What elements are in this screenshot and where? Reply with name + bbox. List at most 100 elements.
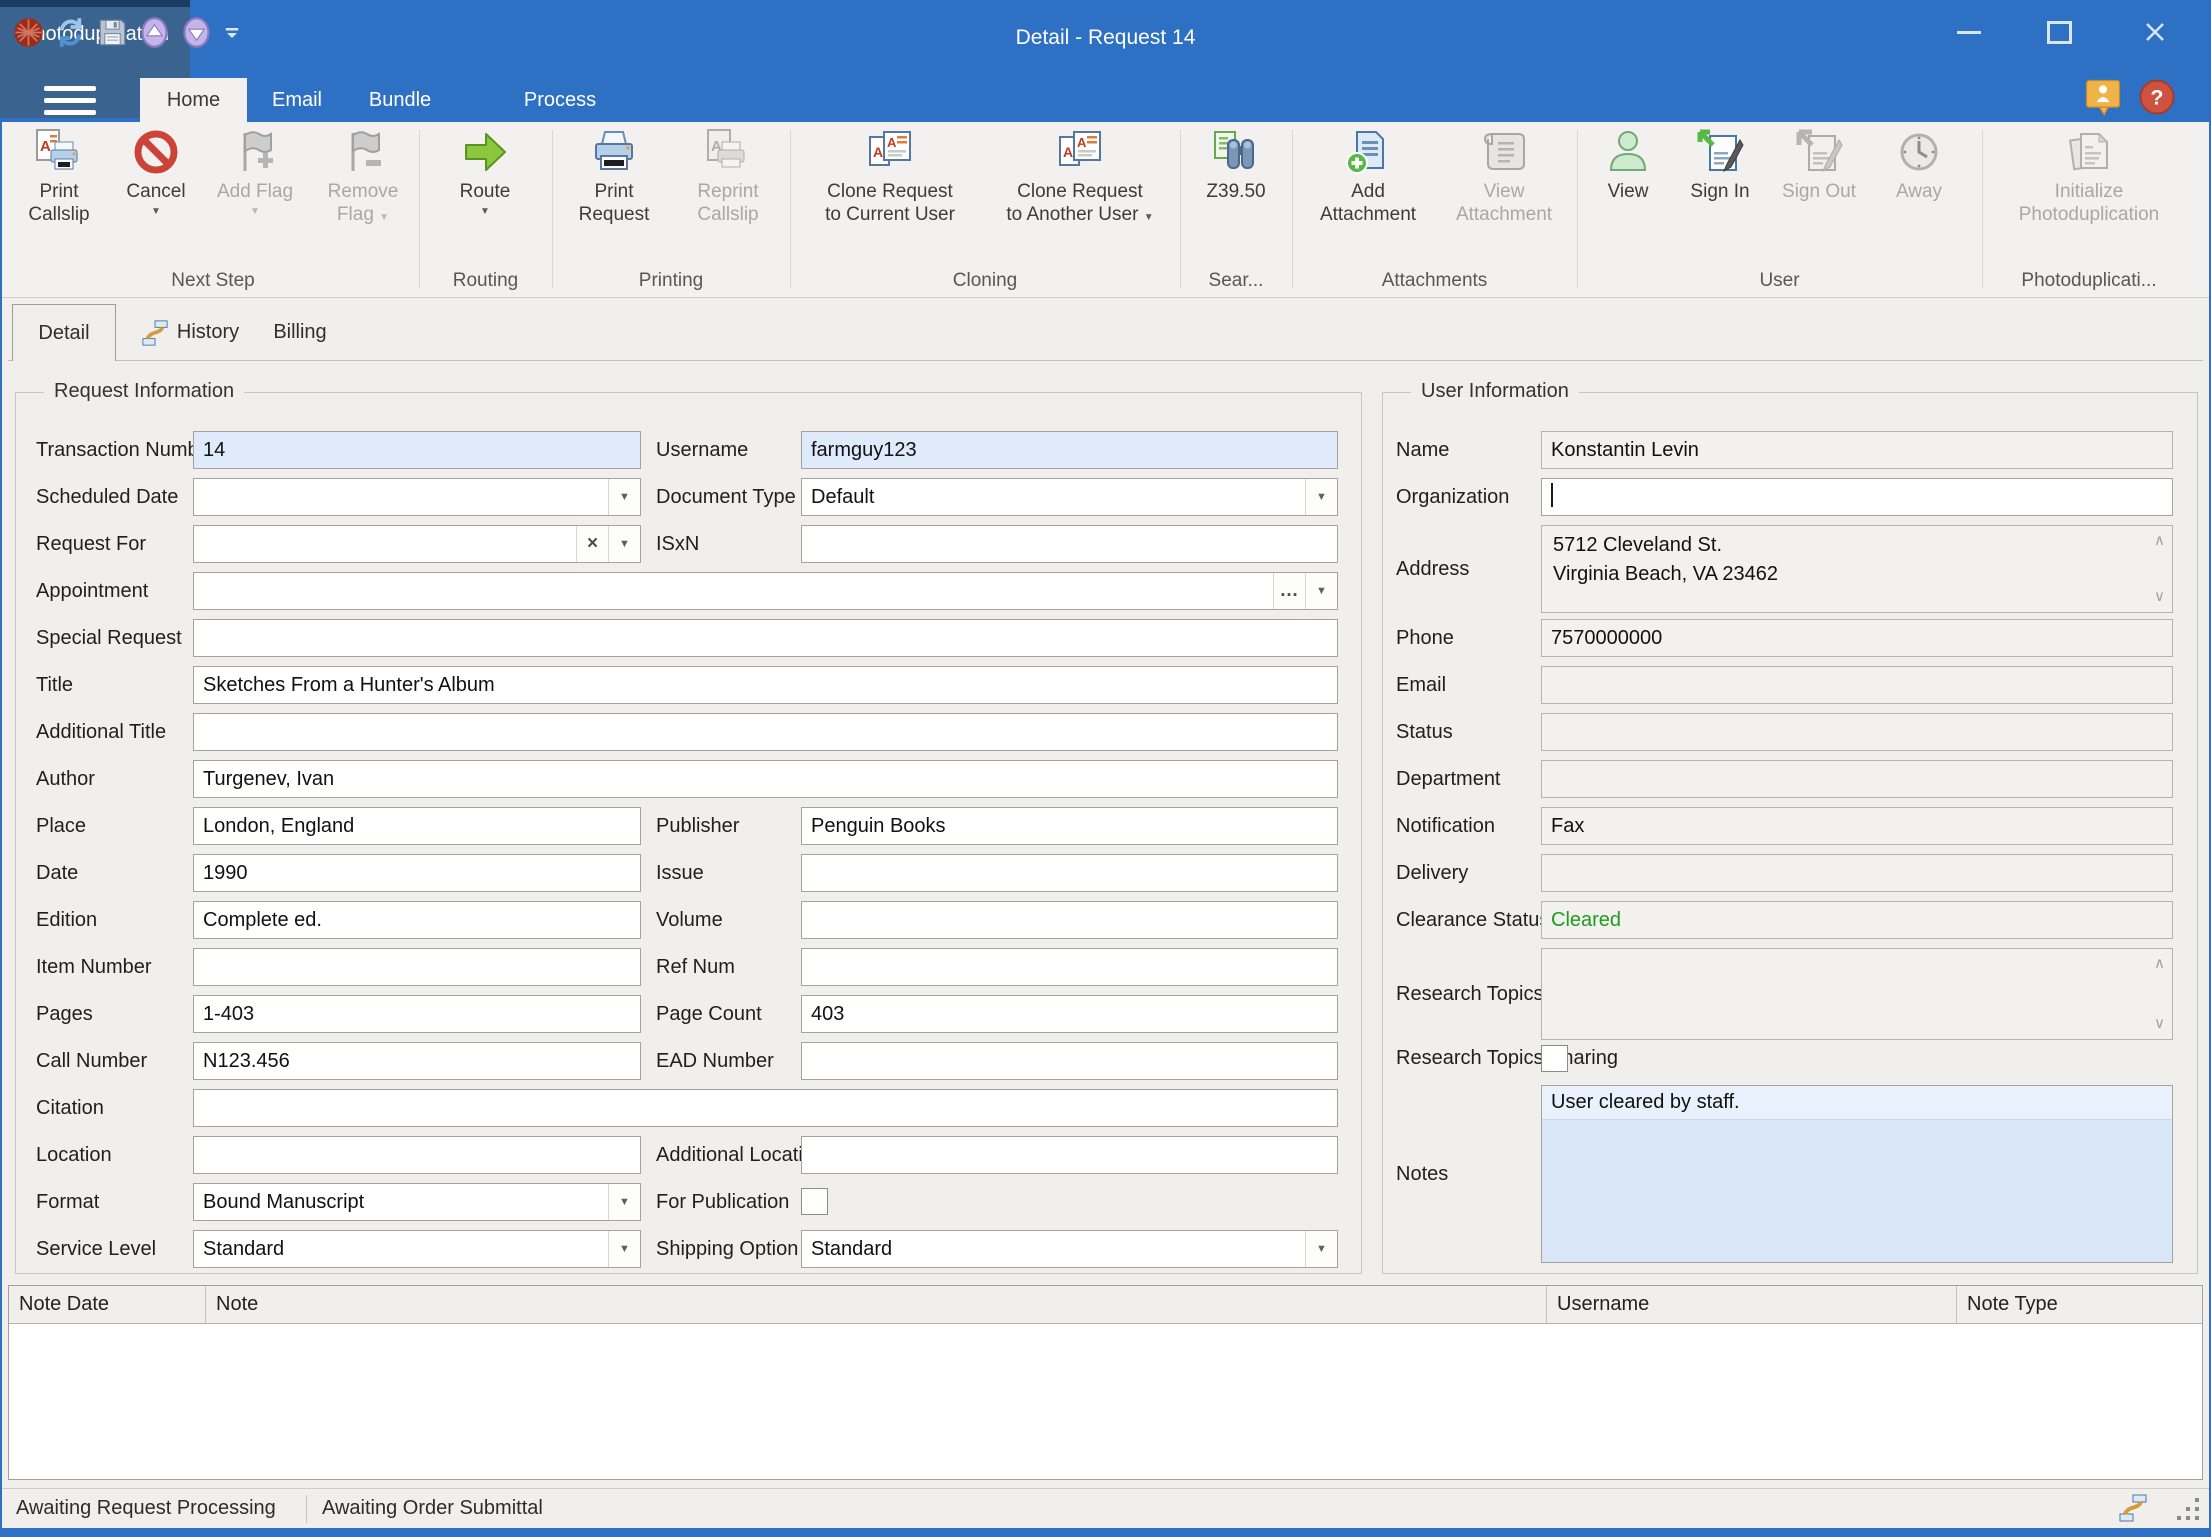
initialize-photoduplication-button[interactable]: Initialize Photoduplication [1988, 128, 2190, 226]
route-up-icon[interactable] [138, 16, 171, 49]
request-for-combo[interactable]: ×▼ [193, 525, 641, 563]
user-note-item[interactable]: User cleared by staff. [1542, 1086, 2172, 1120]
scroll-down-icon[interactable]: ∨ [2154, 590, 2165, 604]
name-field[interactable]: Konstantin Levin [1541, 431, 2173, 469]
dropdown-button[interactable]: ▼ [608, 526, 640, 562]
dropdown-button[interactable]: ▼ [608, 1231, 640, 1267]
column-header-note-date[interactable]: Note Date [9, 1286, 206, 1323]
research-topics-field[interactable]: ∧ ∨ [1541, 948, 2173, 1040]
format-combo[interactable]: Bound Manuscript▼ [193, 1183, 641, 1221]
issue-field[interactable] [801, 854, 1338, 892]
column-header-note-type[interactable]: Note Type [1957, 1286, 2202, 1323]
cancel-button[interactable]: Cancel ▼ [112, 128, 200, 218]
reprint-callslip-button[interactable]: A Reprint Callslip [672, 128, 784, 226]
browse-button[interactable]: … [1273, 573, 1305, 609]
customize-quick-access-icon[interactable] [222, 16, 242, 49]
phone-field[interactable]: 7570000000 [1541, 619, 2173, 657]
for-publication-checkbox[interactable] [801, 1188, 828, 1215]
view-attachment-button[interactable]: View Attachment [1438, 128, 1570, 226]
clone-request-current-user-button[interactable]: AA Clone Request to Current User [800, 128, 980, 226]
scroll-up-icon[interactable]: ∧ [2154, 957, 2165, 971]
citation-field[interactable] [193, 1089, 1338, 1127]
tab-process[interactable]: Process [465, 78, 655, 122]
delivery-field[interactable] [1541, 854, 2173, 892]
page-count-field[interactable]: 403 [801, 995, 1338, 1033]
scroll-up-icon[interactable]: ∧ [2154, 534, 2165, 548]
additional-title-field[interactable] [193, 713, 1338, 751]
help-icon[interactable]: ? [2138, 78, 2176, 121]
tab-email[interactable]: Email [252, 78, 342, 122]
isxn-field[interactable] [801, 525, 1338, 563]
dropdown-button[interactable]: ▼ [608, 1184, 640, 1220]
dropdown-button[interactable]: ▼ [1305, 479, 1337, 515]
notification-field[interactable]: Fax [1541, 807, 2173, 845]
clear-button[interactable]: × [576, 526, 608, 562]
add-flag-button[interactable]: Add Flag ▼ [205, 128, 305, 218]
tab-bundle[interactable]: Bundle [348, 78, 452, 122]
save-icon[interactable] [96, 16, 129, 49]
location-field[interactable] [193, 1136, 641, 1174]
item-number-field[interactable] [193, 948, 641, 986]
close-button[interactable] [2113, 8, 2197, 56]
place-field[interactable]: London, England [193, 807, 641, 845]
column-header-note[interactable]: Note [206, 1286, 1547, 1323]
minimize-button[interactable] [1933, 8, 2005, 56]
ref-num-field[interactable] [801, 948, 1338, 986]
edition-field[interactable]: Complete ed. [193, 901, 641, 939]
document-type-combo[interactable]: Default▼ [801, 478, 1338, 516]
department-field[interactable] [1541, 760, 2173, 798]
add-attachment-button[interactable]: Add Attachment [1302, 128, 1434, 226]
print-callslip-button[interactable]: A Print Callslip [10, 128, 108, 226]
dropdown-button[interactable]: ▼ [608, 479, 640, 515]
call-number-field[interactable]: N123.456 [193, 1042, 641, 1080]
away-button[interactable]: Away [1873, 128, 1965, 203]
refresh-icon[interactable] [54, 16, 87, 49]
research-topics-sharing-checkbox[interactable] [1541, 1045, 1568, 1072]
additional-location-field[interactable] [801, 1136, 1338, 1174]
tab-detail[interactable]: Detail [12, 304, 116, 361]
appointment-combo[interactable]: …▼ [193, 572, 1338, 610]
tab-history[interactable]: History [126, 304, 254, 361]
view-user-button[interactable]: View [1585, 128, 1671, 203]
user-notes-list[interactable]: User cleared by staff. [1541, 1085, 2173, 1263]
route-history-icon[interactable] [2118, 1493, 2148, 1528]
volume-field[interactable] [801, 901, 1338, 939]
remove-flag-button[interactable]: Remove Flag ▼ [310, 128, 416, 226]
special-request-field[interactable] [193, 619, 1338, 657]
sign-out-button[interactable]: Sign Out [1768, 128, 1870, 203]
route-down-icon[interactable] [180, 16, 213, 49]
print-request-button[interactable]: Print Request [562, 128, 666, 226]
maximize-button[interactable] [2023, 8, 2095, 56]
column-header-username[interactable]: Username [1547, 1286, 1957, 1323]
menu-button[interactable] [36, 78, 104, 122]
status-field[interactable] [1541, 713, 2173, 751]
service-level-combo[interactable]: Standard▼ [193, 1230, 641, 1268]
username-field[interactable]: farmguy123 [801, 431, 1338, 469]
ead-number-field[interactable] [801, 1042, 1338, 1080]
sign-in-button[interactable]: Sign In [1675, 128, 1765, 203]
pages-field[interactable]: 1-403 [193, 995, 641, 1033]
notes-grid-body[interactable] [9, 1324, 2202, 1481]
tab-billing[interactable]: Billing [258, 304, 342, 361]
address-field[interactable]: 5712 Cleveland St. Virginia Beach, VA 23… [1541, 525, 2173, 613]
app-icon[interactable] [12, 16, 45, 49]
date-field[interactable]: 1990 [193, 854, 641, 892]
clearance-status-field[interactable]: Cleared [1541, 901, 2173, 939]
scheduled-date-combo[interactable]: ▼ [193, 478, 641, 516]
clone-request-another-user-button[interactable]: AA Clone Request to Another User ▼ [985, 128, 1175, 226]
transaction-number-field[interactable]: 14 [193, 431, 641, 469]
shipping-option-combo[interactable]: Standard▼ [801, 1230, 1338, 1268]
z3950-button[interactable]: Z39.50 [1186, 128, 1286, 203]
tab-home[interactable]: Home [140, 78, 247, 122]
route-button[interactable]: Route ▼ [437, 128, 533, 218]
email-field[interactable] [1541, 666, 2173, 704]
publisher-field[interactable]: Penguin Books [801, 807, 1338, 845]
feedback-icon[interactable] [2084, 78, 2122, 121]
title-field[interactable]: Sketches From a Hunter's Album [193, 666, 1338, 704]
dropdown-button[interactable]: ▼ [1305, 1231, 1337, 1267]
dropdown-button[interactable]: ▼ [1305, 573, 1337, 609]
scroll-down-icon[interactable]: ∨ [2154, 1017, 2165, 1031]
resize-grip[interactable] [2195, 1516, 2199, 1520]
organization-field[interactable] [1541, 478, 2173, 516]
author-field[interactable]: Turgenev, Ivan [193, 760, 1338, 798]
